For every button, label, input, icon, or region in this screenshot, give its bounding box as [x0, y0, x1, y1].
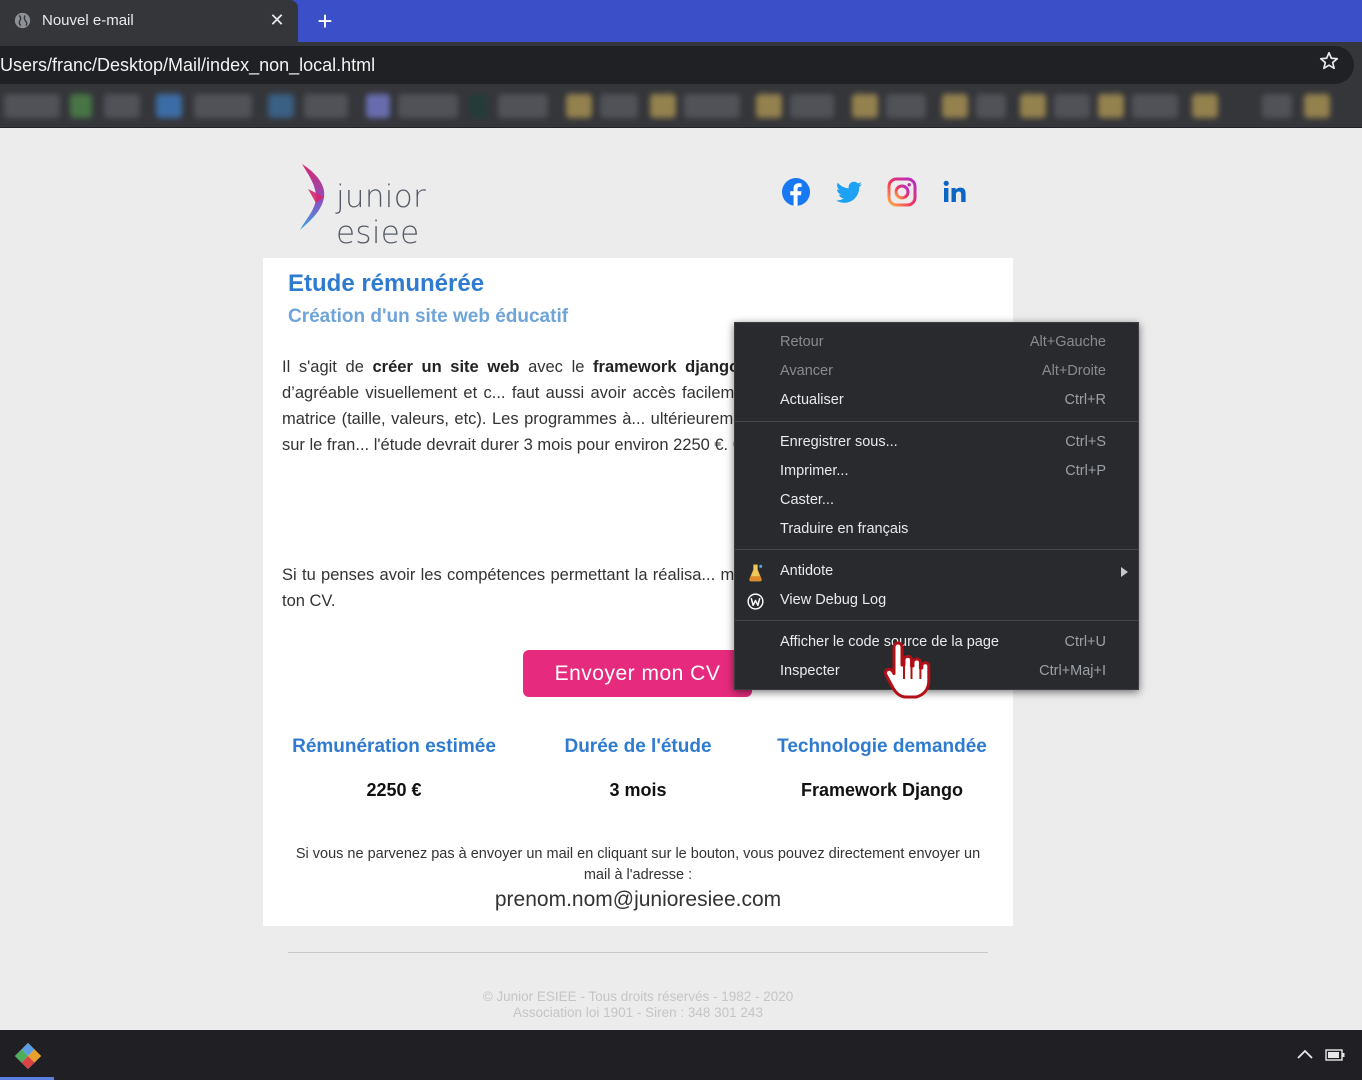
bookmark-item[interactable]: [470, 94, 488, 118]
info-remuneration: Rémunération estimée 2250 €: [274, 736, 514, 801]
bookmark-item[interactable]: [156, 94, 182, 118]
menu-item-antidote[interactable]: Antidote: [735, 558, 1138, 587]
tab-strip: Nouvel e-mail ✕ +: [0, 0, 1362, 42]
info-value: Framework Django: [800, 780, 964, 800]
bookmark-item[interactable]: [194, 94, 252, 118]
menu-separator: [735, 421, 1138, 422]
contact-email[interactable]: prenom.nom@junioresiee.com: [263, 888, 1013, 912]
bookmark-item[interactable]: [1304, 94, 1330, 118]
offer-title: Etude rémunérée: [288, 270, 485, 297]
bookmark-item[interactable]: [498, 94, 548, 118]
bookmark-item[interactable]: [268, 94, 294, 118]
battery-icon[interactable]: [1325, 1048, 1345, 1062]
bookmark-item[interactable]: [304, 94, 348, 118]
url-field[interactable]: Users/franc/Desktop/Mail/index_non_local…: [0, 46, 1354, 84]
bookmark-item[interactable]: [684, 94, 740, 118]
menu-separator: [735, 549, 1138, 550]
bookmark-item[interactable]: [1020, 94, 1046, 118]
instagram-icon[interactable]: [887, 177, 917, 207]
antidote-icon: [749, 564, 763, 582]
bookmark-item[interactable]: [366, 94, 390, 118]
info-label: Rémunération estimée: [292, 736, 496, 757]
junior-esiee-logo[interactable]: junior esiee: [296, 161, 506, 251]
info-value: 2250 €: [366, 780, 422, 800]
taskbar: [0, 1030, 1362, 1080]
bookmark-item[interactable]: [398, 94, 458, 118]
bookmark-item[interactable]: [70, 94, 92, 118]
bookmark-item[interactable]: [4, 94, 60, 118]
menu-item-cast[interactable]: Caster...: [735, 487, 1138, 516]
footer-association: Association loi 1901 - Siren : 348 301 2…: [513, 1005, 763, 1020]
app-diamond-icon: [15, 1043, 41, 1069]
logo-text: junior esiee: [336, 179, 427, 251]
footer-divider: [288, 952, 988, 953]
menu-item-back[interactable]: Retour Alt+Gauche: [735, 329, 1138, 358]
facebook-icon[interactable]: [781, 177, 811, 207]
bookmark-item[interactable]: [600, 94, 638, 118]
bookmark-item[interactable]: [790, 94, 834, 118]
bookmark-item[interactable]: [852, 94, 878, 118]
new-tab-button[interactable]: +: [312, 7, 338, 35]
bookmark-item[interactable]: [976, 94, 1006, 118]
footer-copyright: © Junior ESIEE - Tous droits réservés - …: [482, 989, 794, 1004]
hand-cursor-icon: [884, 641, 931, 699]
linkedin-icon[interactable]: [940, 177, 970, 207]
bookmark-item[interactable]: [756, 94, 782, 118]
send-cv-button[interactable]: Envoyer mon CV: [523, 650, 752, 697]
menu-separator: [735, 620, 1138, 621]
chevron-up-icon[interactable]: [1296, 1046, 1314, 1062]
info-label: Durée de l'étude: [564, 736, 712, 757]
submenu-arrow-icon: [1121, 567, 1128, 577]
context-menu: Retour Alt+Gauche Avancer Alt+Droite Act…: [734, 322, 1139, 690]
bookmark-item[interactable]: [1192, 94, 1218, 118]
bookmark-star-icon[interactable]: [1318, 50, 1340, 72]
bookmark-item[interactable]: [104, 94, 140, 118]
bookmark-item[interactable]: [650, 94, 676, 118]
offer-subtitle: Création d'un site web éducatif: [288, 306, 569, 327]
tab-title: Nouvel e-mail: [42, 12, 134, 29]
address-bar: Users/franc/Desktop/Mail/index_non_local…: [0, 42, 1362, 86]
logo-mark-icon: [300, 164, 325, 230]
fallback-note: Si vous ne parvenez pas à envoyer un mai…: [295, 846, 981, 883]
bookmark-item[interactable]: [566, 94, 592, 118]
menu-item-debug-log[interactable]: View Debug Log: [735, 587, 1138, 616]
bookmark-item[interactable]: [1098, 94, 1124, 118]
info-technology: Technologie demandée Framework Django: [762, 736, 1002, 801]
bookmark-item[interactable]: [1132, 94, 1178, 118]
info-value: 3 mois: [609, 780, 667, 800]
bookmarks-bar: [0, 86, 1362, 128]
browser-tab[interactable]: Nouvel e-mail ✕: [0, 0, 298, 42]
page-content: junior esiee Etude rémunérée Création d'…: [0, 129, 1362, 1030]
url-text: Users/franc/Desktop/Mail/index_non_local…: [0, 55, 376, 75]
menu-item-print[interactable]: Imprimer... Ctrl+P: [735, 458, 1138, 487]
close-tab-icon[interactable]: ✕: [266, 9, 288, 31]
bookmark-item[interactable]: [942, 94, 968, 118]
menu-item-reload[interactable]: Actualiser Ctrl+R: [735, 387, 1138, 416]
menu-item-forward[interactable]: Avancer Alt+Droite: [735, 358, 1138, 387]
footer: © Junior ESIEE - Tous droits réservés - …: [263, 989, 1013, 1021]
twitter-icon[interactable]: [834, 177, 864, 207]
globe-icon: [14, 12, 31, 29]
info-label: Technologie demandée: [777, 736, 987, 757]
bookmark-item[interactable]: [1262, 94, 1292, 118]
bookmark-item[interactable]: [1054, 94, 1090, 118]
menu-item-translate[interactable]: Traduire en français: [735, 516, 1138, 545]
info-duration: Durée de l'étude 3 mois: [518, 736, 758, 801]
taskbar-app-button[interactable]: [0, 1030, 54, 1080]
debug-log-icon: [747, 593, 764, 610]
bookmark-item[interactable]: [886, 94, 926, 118]
menu-item-save-as[interactable]: Enregistrer sous... Ctrl+S: [735, 429, 1138, 458]
